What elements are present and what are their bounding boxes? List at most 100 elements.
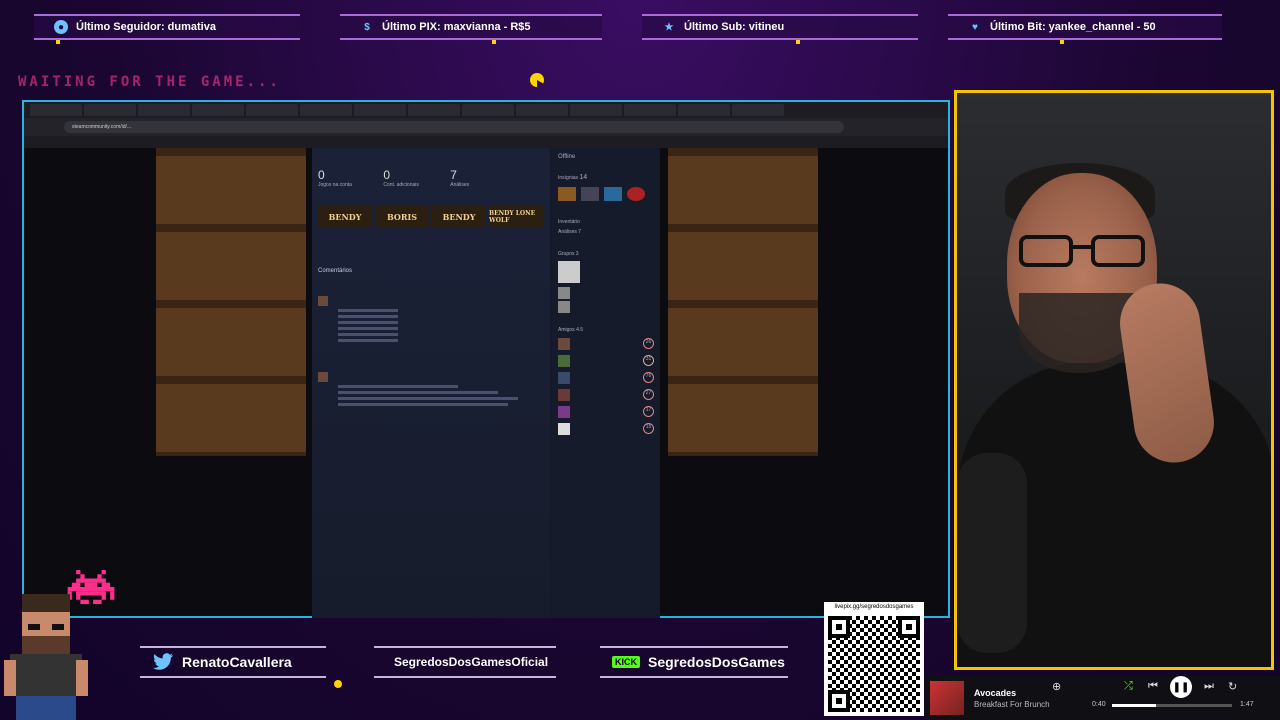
bookmarks-bar[interactable] <box>24 136 948 148</box>
online-status: Offline <box>558 154 576 160</box>
badges-list <box>558 187 654 201</box>
tab-strip[interactable] <box>24 102 948 118</box>
user-icon: ● <box>54 20 68 34</box>
stat-games[interactable]: 0 Jogos na conta <box>318 168 352 188</box>
groups-count: 3 <box>575 251 579 257</box>
game-logo[interactable]: BENDY <box>432 206 486 228</box>
friend-row[interactable]: 15 <box>558 423 654 435</box>
pacman-icon <box>530 73 544 87</box>
reviews-count: 7 <box>578 229 582 235</box>
comment-line <box>338 315 398 318</box>
social-frame <box>600 646 788 678</box>
stat-value: 0 <box>383 168 390 182</box>
steam-profile-page: 0 Jogos na conta 0 Cont. adicionais 7 An… <box>312 148 660 618</box>
stat-value: 7 <box>450 168 457 182</box>
shuffle-icon[interactable]: ⤮ <box>1124 680 1133 693</box>
avatar <box>558 406 570 418</box>
groups-header[interactable]: Grupos 3 <box>558 251 654 257</box>
qr-finder <box>828 690 850 712</box>
alert-last-follower: ● Último Seguidor: dumativa <box>34 14 300 40</box>
browser-tab[interactable] <box>732 104 784 116</box>
badge-icon[interactable] <box>558 187 576 201</box>
add-icon[interactable]: ⊕ <box>1052 680 1061 693</box>
comment-line <box>338 309 398 312</box>
qr-code <box>828 616 920 712</box>
alert-label: Último Seguidor: dumativa <box>76 21 216 33</box>
social-frame <box>374 646 556 678</box>
browser-tab[interactable] <box>84 104 136 116</box>
previous-icon[interactable]: ⏮ <box>1148 680 1158 693</box>
group-avatar[interactable] <box>558 287 570 299</box>
kick-handle[interactable]: KICK SegredosDosGames <box>600 646 788 678</box>
star-icon: ★ <box>664 21 674 33</box>
avatar <box>558 355 570 367</box>
bookshelf-right <box>668 148 818 456</box>
track-info: Avocades Breakfast For Brunch <box>974 688 1050 709</box>
address-bar[interactable]: steamcommunity.com/id/... <box>24 118 948 136</box>
browser-tab[interactable] <box>300 104 352 116</box>
avatar[interactable] <box>318 296 328 306</box>
heart-icon: ♥ <box>972 21 978 33</box>
livepix-qr[interactable]: livepix.gg/segredosdosgames <box>824 602 924 716</box>
browser-tab[interactable] <box>138 104 190 116</box>
browser-tab[interactable] <box>30 104 82 116</box>
comment-line <box>338 385 458 388</box>
badge-icon[interactable] <box>627 187 645 201</box>
stat-dlc[interactable]: 0 Cont. adicionais <box>383 168 419 188</box>
alert-last-bit: ♥ Último Bit: yankee_channel - 50 <box>948 14 1222 40</box>
music-player: Avocades Breakfast For Brunch ⊕ ⤮ ⏮ ❚❚ ⏭… <box>926 676 1280 720</box>
friend-row[interactable]: 17 <box>558 406 654 418</box>
group-avatar[interactable] <box>558 301 570 313</box>
friend-row[interactable]: 76 <box>558 372 654 384</box>
inventory-link[interactable]: Inventário <box>558 219 654 225</box>
comment-line <box>338 333 398 336</box>
comment-line <box>338 397 518 400</box>
friend-row[interactable]: 26 <box>558 338 654 350</box>
badge-icon[interactable] <box>581 187 599 201</box>
friends-header[interactable]: Amigos 4.5 <box>558 327 654 333</box>
alert-label: Último Bit: yankee_channel - 50 <box>990 21 1156 33</box>
qr-finder <box>828 616 850 638</box>
reviews-link[interactable]: Análises 7 <box>558 229 654 235</box>
stats-row: 0 Jogos na conta 0 Cont. adicionais 7 An… <box>318 154 544 188</box>
qr-finder <box>898 616 920 638</box>
friends-list: 26 31 76 27 17 15 <box>558 338 654 435</box>
game-logo[interactable]: BENDY <box>318 206 372 228</box>
repeat-icon[interactable]: ↻ <box>1228 680 1237 693</box>
badges-row[interactable]: Insígnias 14 <box>558 174 654 181</box>
group-avatar[interactable] <box>558 261 580 283</box>
browser-tab[interactable] <box>570 104 622 116</box>
alert-last-sub: ★ Último Sub: vitineu <box>642 14 918 40</box>
game-logo[interactable]: BORIS <box>375 206 429 228</box>
browser-tab[interactable] <box>462 104 514 116</box>
friend-level-badge: 76 <box>643 372 654 383</box>
progress-bar[interactable] <box>1112 704 1232 707</box>
decor-dot <box>796 40 800 44</box>
browser-tab[interactable] <box>354 104 406 116</box>
browser-tab[interactable] <box>246 104 298 116</box>
badge-icon[interactable] <box>604 187 622 201</box>
profile-side-column: Offline Insígnias 14 Inventário Análises… <box>552 148 660 618</box>
browser-capture: steamcommunity.com/id/... 0 Jogos na con… <box>22 100 950 618</box>
comments-section: Comentários <box>318 268 544 406</box>
instagram-handle[interactable]: SegredosDosGamesOficial <box>374 646 556 678</box>
friend-row[interactable]: 27 <box>558 389 654 401</box>
comment-line <box>338 321 398 324</box>
social-frame <box>140 646 326 678</box>
browser-tab[interactable] <box>624 104 676 116</box>
browser-tab[interactable] <box>408 104 460 116</box>
stat-reviews[interactable]: 7 Análises <box>450 168 469 188</box>
comment-line <box>338 403 508 406</box>
browser-tab[interactable] <box>516 104 568 116</box>
game-logo[interactable]: BENDY LONE WOLF <box>489 206 543 228</box>
comments-header: Comentários <box>318 268 353 274</box>
browser-tab[interactable] <box>678 104 730 116</box>
avatar[interactable] <box>318 372 328 382</box>
webcam-feed <box>954 90 1274 670</box>
twitter-handle[interactable]: RenatoCavallera <box>140 646 326 678</box>
url-field[interactable]: steamcommunity.com/id/... <box>64 121 844 133</box>
friend-row[interactable]: 31 <box>558 355 654 367</box>
browser-tab[interactable] <box>192 104 244 116</box>
pause-button[interactable]: ❚❚ <box>1170 676 1192 698</box>
next-icon[interactable]: ⏭ <box>1204 680 1214 693</box>
